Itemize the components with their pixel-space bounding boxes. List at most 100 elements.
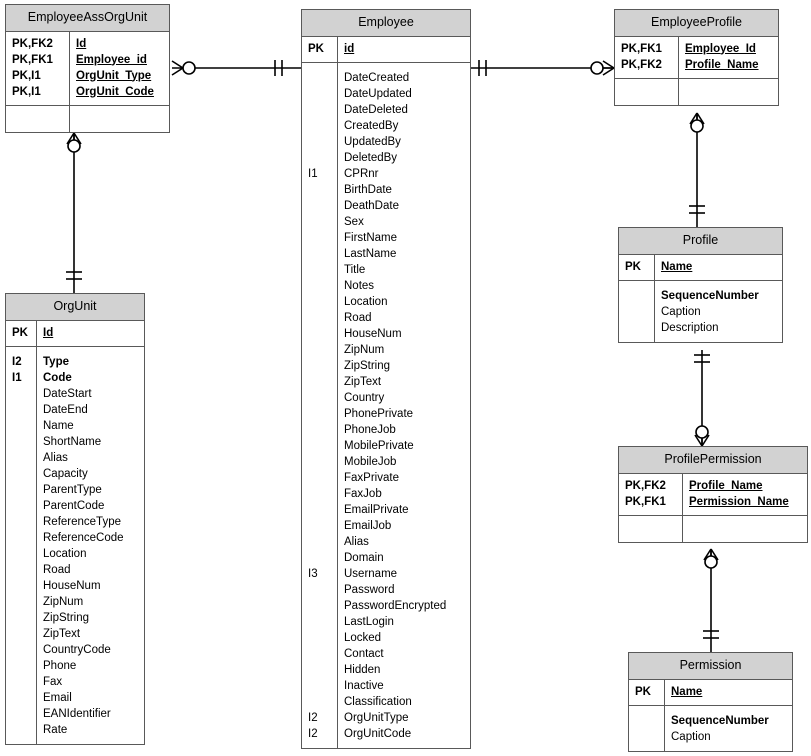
attribute-name: Classification <box>344 695 412 708</box>
entity-employee-profile[interactable]: EmployeeProfile PK,FK1 PK,FK2 Employee_I… <box>614 9 779 106</box>
attribute-name-column <box>70 106 169 132</box>
key-attribute: Profile_Name <box>689 479 763 492</box>
attribute-name: Username <box>344 567 398 580</box>
attribute-flag <box>308 502 333 518</box>
key-attribute: Employee_id <box>76 53 147 66</box>
entity-employee-ass-org-unit[interactable]: EmployeeAssOrgUnit PK,FK2 PK,FK1 PK,I1 P… <box>5 4 170 133</box>
entity-title: Profile <box>619 228 782 255</box>
entity-key-section: PK Id <box>6 320 144 347</box>
attribute-flag <box>308 374 333 390</box>
attribute-name: Caption <box>661 305 701 318</box>
attribute-name: EmailJob <box>344 519 392 532</box>
attribute-flag <box>308 470 333 486</box>
attribute-flags-column: I2 I1 <box>6 346 37 744</box>
rel-permission-profperm <box>703 548 719 652</box>
key-flag: PK,FK2 <box>625 479 666 492</box>
attribute-flag <box>308 406 333 422</box>
attribute-flag <box>12 402 32 418</box>
entity-attribute-section <box>619 515 807 542</box>
key-flag: PK,FK1 <box>621 42 662 55</box>
attribute-name: EmailPrivate <box>344 503 409 516</box>
rel-employee-empprofile <box>471 60 615 76</box>
attribute-flag <box>308 454 333 470</box>
key-attribute: Name <box>661 260 693 273</box>
attribute-flag <box>635 729 660 745</box>
attribute-flag <box>308 518 333 534</box>
attribute-flag <box>625 304 650 320</box>
attribute-flag: I3 <box>308 567 318 580</box>
entity-title: ProfilePermission <box>619 447 807 474</box>
key-flag: PK <box>308 42 324 55</box>
attribute-flag <box>308 150 333 166</box>
attribute-flag <box>308 438 333 454</box>
attribute-name: HouseNum <box>344 327 402 340</box>
entity-org-unit[interactable]: OrgUnit PK Id I2 I1 Type Code DateStart … <box>5 293 145 745</box>
entity-title: EmployeeAssOrgUnit <box>6 5 169 32</box>
key-flags-column: PK <box>6 320 37 346</box>
attribute-flag <box>12 610 32 626</box>
entity-profile[interactable]: Profile PK Name SequenceNumber Caption D… <box>618 227 783 343</box>
entity-title: EmployeeProfile <box>615 10 778 37</box>
entity-key-section: PK id <box>302 36 470 63</box>
attribute-name: Capacity <box>43 467 88 480</box>
attribute-name: DateCreated <box>344 71 410 84</box>
entity-key-section: PK,FK1 PK,FK2 Employee_Id Profile_Name <box>615 36 778 79</box>
attribute-name: LastName <box>344 247 397 260</box>
attribute-name: Name <box>43 419 74 432</box>
attribute-name: SequenceNumber <box>661 289 759 302</box>
attribute-flag <box>12 386 32 402</box>
attribute-flag <box>308 182 333 198</box>
key-name-column: Name <box>655 255 782 280</box>
attribute-flag <box>308 662 333 678</box>
attribute-name: CountryCode <box>43 643 111 656</box>
attribute-flag <box>308 550 333 566</box>
attribute-flag <box>12 658 32 674</box>
attribute-flag <box>12 722 32 738</box>
attribute-flags-column <box>619 280 655 342</box>
attribute-flag <box>308 278 333 294</box>
attribute-name: Caption <box>671 730 711 743</box>
attribute-name-column: Type Code DateStart DateEnd Name ShortNa… <box>37 347 144 744</box>
attribute-flag <box>625 288 650 304</box>
attribute-name: ReferenceType <box>43 515 121 528</box>
attribute-name: Hidden <box>344 663 381 676</box>
attribute-flag <box>308 486 333 502</box>
attribute-name-column: SequenceNumber Caption Description <box>655 281 782 342</box>
attribute-flag <box>308 294 333 310</box>
attribute-name: Alias <box>344 535 369 548</box>
key-attribute: Id <box>43 326 54 339</box>
attribute-flag <box>308 262 333 278</box>
attribute-flag <box>308 694 333 710</box>
key-attribute: Profile_Name <box>685 58 759 71</box>
attribute-flag <box>308 214 333 230</box>
attribute-name: ReferenceCode <box>43 531 124 544</box>
entity-employee[interactable]: Employee PK id I1 I3 I2 I2 DateCreated D… <box>301 9 471 749</box>
attribute-name: SequenceNumber <box>671 714 769 727</box>
attribute-flag <box>12 562 32 578</box>
attribute-name: ZipNum <box>344 343 385 356</box>
attribute-name: Email <box>43 691 72 704</box>
entity-permission[interactable]: Permission PK Name SequenceNumber Captio… <box>628 652 793 752</box>
attribute-name: ParentCode <box>43 499 105 512</box>
attribute-name: Phone <box>43 659 77 672</box>
attribute-name: ParentType <box>43 483 102 496</box>
attribute-flag <box>308 422 333 438</box>
attribute-flag <box>12 706 32 722</box>
attribute-name: LastLogin <box>344 615 394 628</box>
attribute-flag <box>308 102 333 118</box>
attribute-name-column <box>679 79 778 105</box>
entity-profile-permission[interactable]: ProfilePermission PK,FK2 PK,FK1 Profile_… <box>618 446 808 543</box>
attribute-name: FirstName <box>344 231 398 244</box>
attribute-flag: I2 <box>12 355 22 368</box>
key-flag: PK <box>625 260 641 273</box>
attribute-name: OrgUnitCode <box>344 727 412 740</box>
attribute-name: Sex <box>344 215 364 228</box>
attribute-flag <box>625 320 650 336</box>
entity-attribute-section <box>615 78 778 105</box>
entity-key-section: PK Name <box>619 254 782 281</box>
key-name-column: Id <box>37 321 144 346</box>
attribute-name: ZipNum <box>43 595 84 608</box>
key-flag: PK,FK1 <box>625 495 666 508</box>
attribute-flag <box>308 630 333 646</box>
attribute-flag: I2 <box>308 727 318 740</box>
